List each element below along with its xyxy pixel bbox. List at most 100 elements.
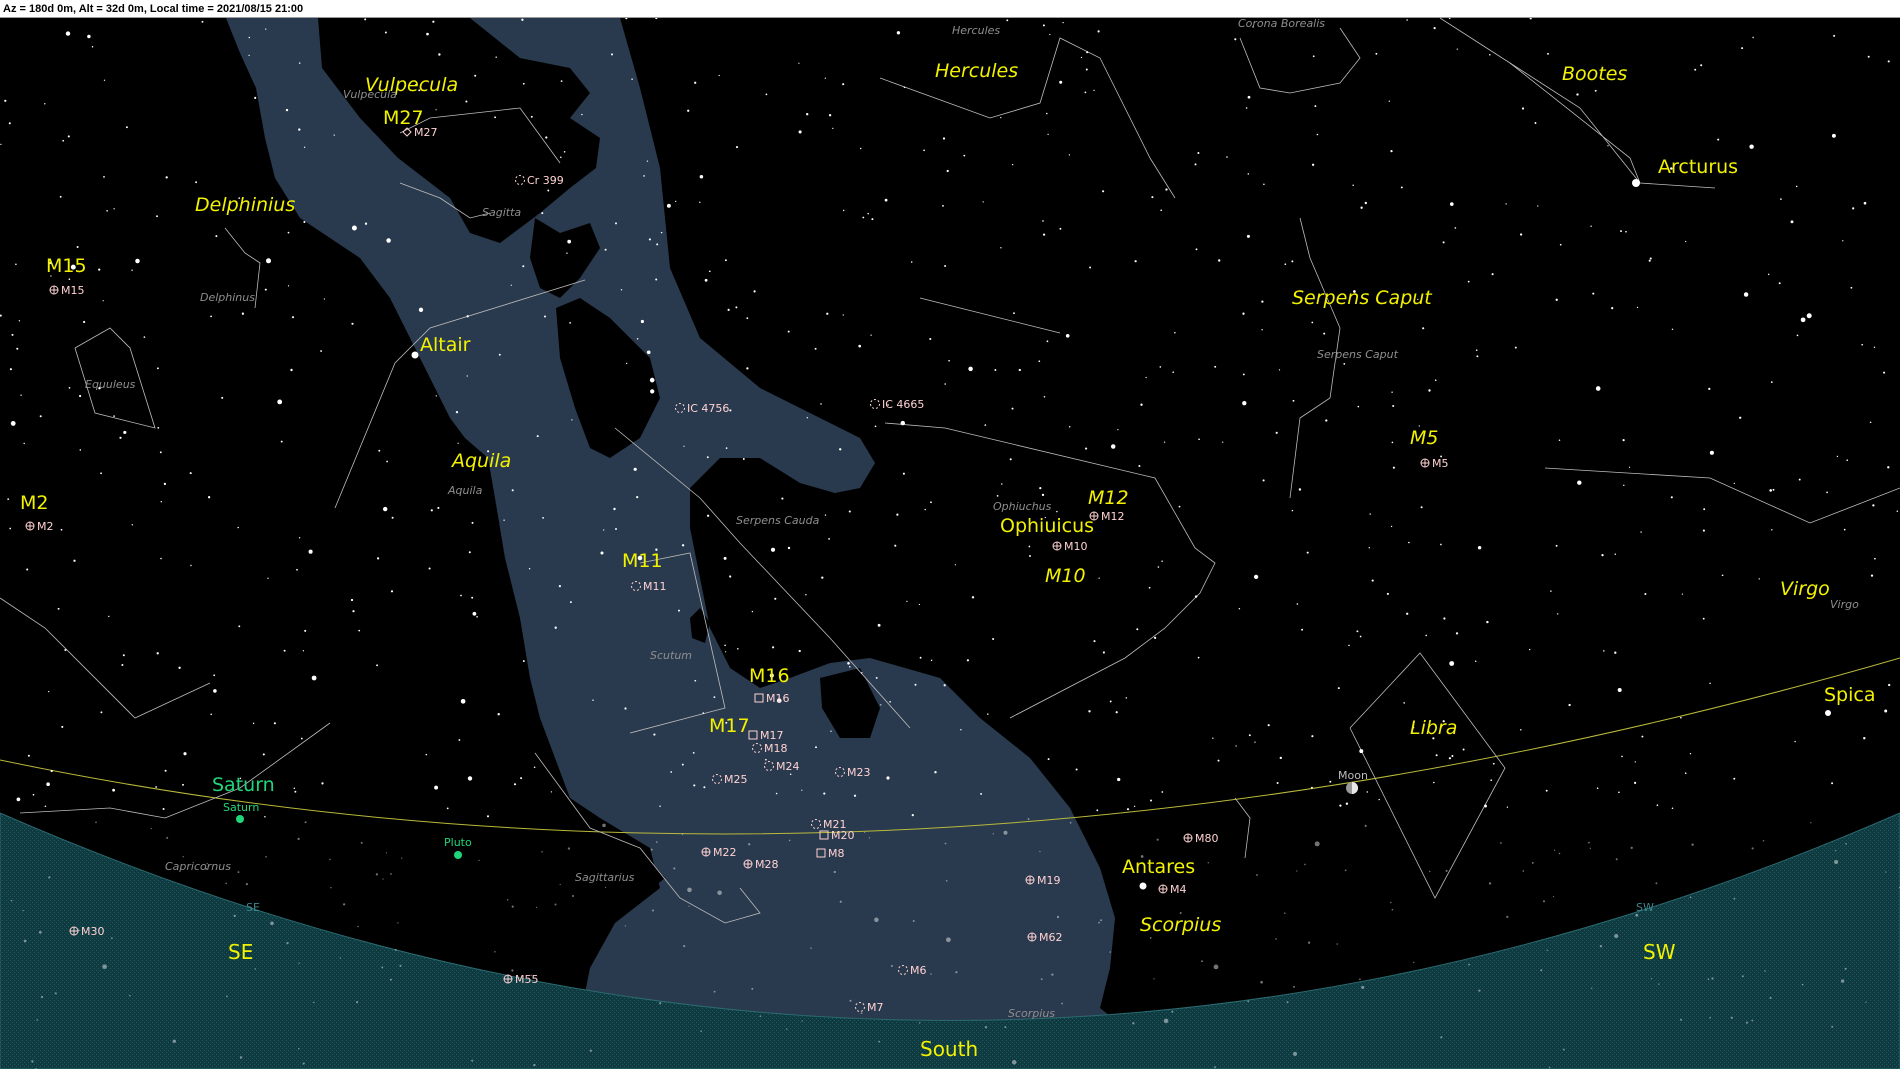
m28-marker-icon[interactable] xyxy=(743,859,753,869)
m10-marker-icon[interactable] xyxy=(1052,541,1062,551)
star-dot xyxy=(65,31,71,36)
star-dot xyxy=(624,707,627,710)
star-dot xyxy=(129,994,131,997)
star-dot xyxy=(694,81,697,84)
star-dot xyxy=(1337,687,1340,690)
star-dot xyxy=(1247,1000,1250,1003)
m80-marker-icon[interactable] xyxy=(1183,833,1193,843)
star-dot xyxy=(1844,967,1847,970)
m20-label: M20 xyxy=(831,829,855,842)
faint-scutum: Scutum xyxy=(650,649,692,662)
star-dot xyxy=(1625,230,1627,233)
star-dot xyxy=(1194,595,1198,598)
label-bootes: Bootes xyxy=(1562,63,1627,85)
star-dot xyxy=(1834,859,1839,865)
star-dot xyxy=(1552,895,1555,898)
star-dot xyxy=(79,394,82,398)
label-altair: Altair xyxy=(420,334,471,356)
m15-marker-icon[interactable] xyxy=(49,285,59,295)
star-dot xyxy=(1741,975,1744,978)
star-dot xyxy=(1039,487,1042,490)
star-dot xyxy=(1267,724,1270,727)
star-dot xyxy=(683,445,685,447)
altair-star[interactable] xyxy=(411,351,419,359)
star-dot xyxy=(1011,407,1014,410)
star-dot xyxy=(725,651,727,653)
star-dot xyxy=(233,914,236,918)
m5-marker-icon[interactable] xyxy=(1420,458,1430,468)
star-dot xyxy=(1671,328,1674,331)
star-dot xyxy=(706,514,710,517)
spica-star[interactable] xyxy=(1825,710,1831,716)
star-dot xyxy=(1157,566,1160,568)
m2-marker-icon[interactable] xyxy=(25,521,35,531)
m5-label: M5 xyxy=(1432,457,1449,470)
star-dot xyxy=(1800,317,1806,323)
star-dot xyxy=(1262,479,1265,482)
m30-label: M30 xyxy=(81,925,105,938)
star-dot xyxy=(1559,243,1562,246)
star-dot xyxy=(1178,505,1181,508)
star-dot xyxy=(73,559,76,562)
saturn-dot[interactable] xyxy=(236,815,244,823)
star-dot xyxy=(1433,781,1435,784)
star-dot xyxy=(1013,312,1015,315)
star-dot xyxy=(1069,821,1072,824)
star-dot xyxy=(381,966,384,969)
star-dot xyxy=(157,427,160,429)
star-dot xyxy=(1084,91,1087,94)
m55-marker-icon[interactable] xyxy=(503,974,513,984)
m12-marker-icon[interactable] xyxy=(1089,511,1099,521)
m8-label: M8 xyxy=(828,847,845,860)
star-dot xyxy=(1887,60,1890,63)
m19-marker-icon[interactable] xyxy=(1025,875,1035,885)
star-dot xyxy=(839,900,842,903)
m62-marker-icon[interactable] xyxy=(1027,932,1037,942)
m15-label: M15 xyxy=(61,284,85,297)
m22-marker-icon[interactable] xyxy=(701,847,711,857)
star-dot xyxy=(1356,630,1359,633)
antares-star[interactable] xyxy=(1139,882,1147,890)
star-dot xyxy=(76,245,79,249)
m4-marker-icon[interactable] xyxy=(1158,884,1168,894)
star-dot xyxy=(182,856,184,858)
star-dot xyxy=(207,496,211,499)
star-dot xyxy=(828,114,832,117)
star-dot xyxy=(1743,292,1749,297)
star-dot xyxy=(1620,230,1622,233)
star-dot xyxy=(1557,613,1559,615)
star-dot xyxy=(571,894,575,898)
star-dot xyxy=(828,538,830,540)
star-dot xyxy=(842,314,844,316)
star-dot xyxy=(688,905,690,907)
arcturus-star[interactable] xyxy=(1632,179,1640,187)
faint-equuleus: Equuleus xyxy=(85,378,136,391)
star-dot xyxy=(511,489,514,492)
star-dot xyxy=(1884,709,1888,713)
star-dot xyxy=(172,1039,177,1044)
star-dot xyxy=(929,337,932,341)
star-dot xyxy=(1595,386,1601,391)
label-delphinius: Delphinius xyxy=(195,194,295,216)
star-dot xyxy=(1568,703,1571,707)
m62-label: M62 xyxy=(1039,931,1063,944)
star-dot xyxy=(1449,661,1455,666)
star-dot xyxy=(399,964,402,967)
m30-marker-icon[interactable] xyxy=(69,926,79,936)
sky-chart[interactable]: Hercules Bootes Vulpecula Delphinius Aqu… xyxy=(0,18,1900,1069)
star-dot xyxy=(681,544,685,547)
star-dot xyxy=(1207,862,1210,864)
pluto-dot[interactable] xyxy=(454,851,462,859)
star-dot xyxy=(215,235,218,238)
star-dot xyxy=(700,1030,702,1032)
star-dot xyxy=(1707,978,1710,981)
star-dot xyxy=(636,495,639,499)
star-dot xyxy=(265,28,267,30)
star-dot xyxy=(1872,504,1875,507)
star-dot xyxy=(286,941,289,945)
star-dot xyxy=(1769,996,1772,999)
star-dot xyxy=(163,482,167,486)
star-dot xyxy=(824,514,827,516)
star-dot xyxy=(11,333,14,336)
star-dot xyxy=(67,135,70,138)
